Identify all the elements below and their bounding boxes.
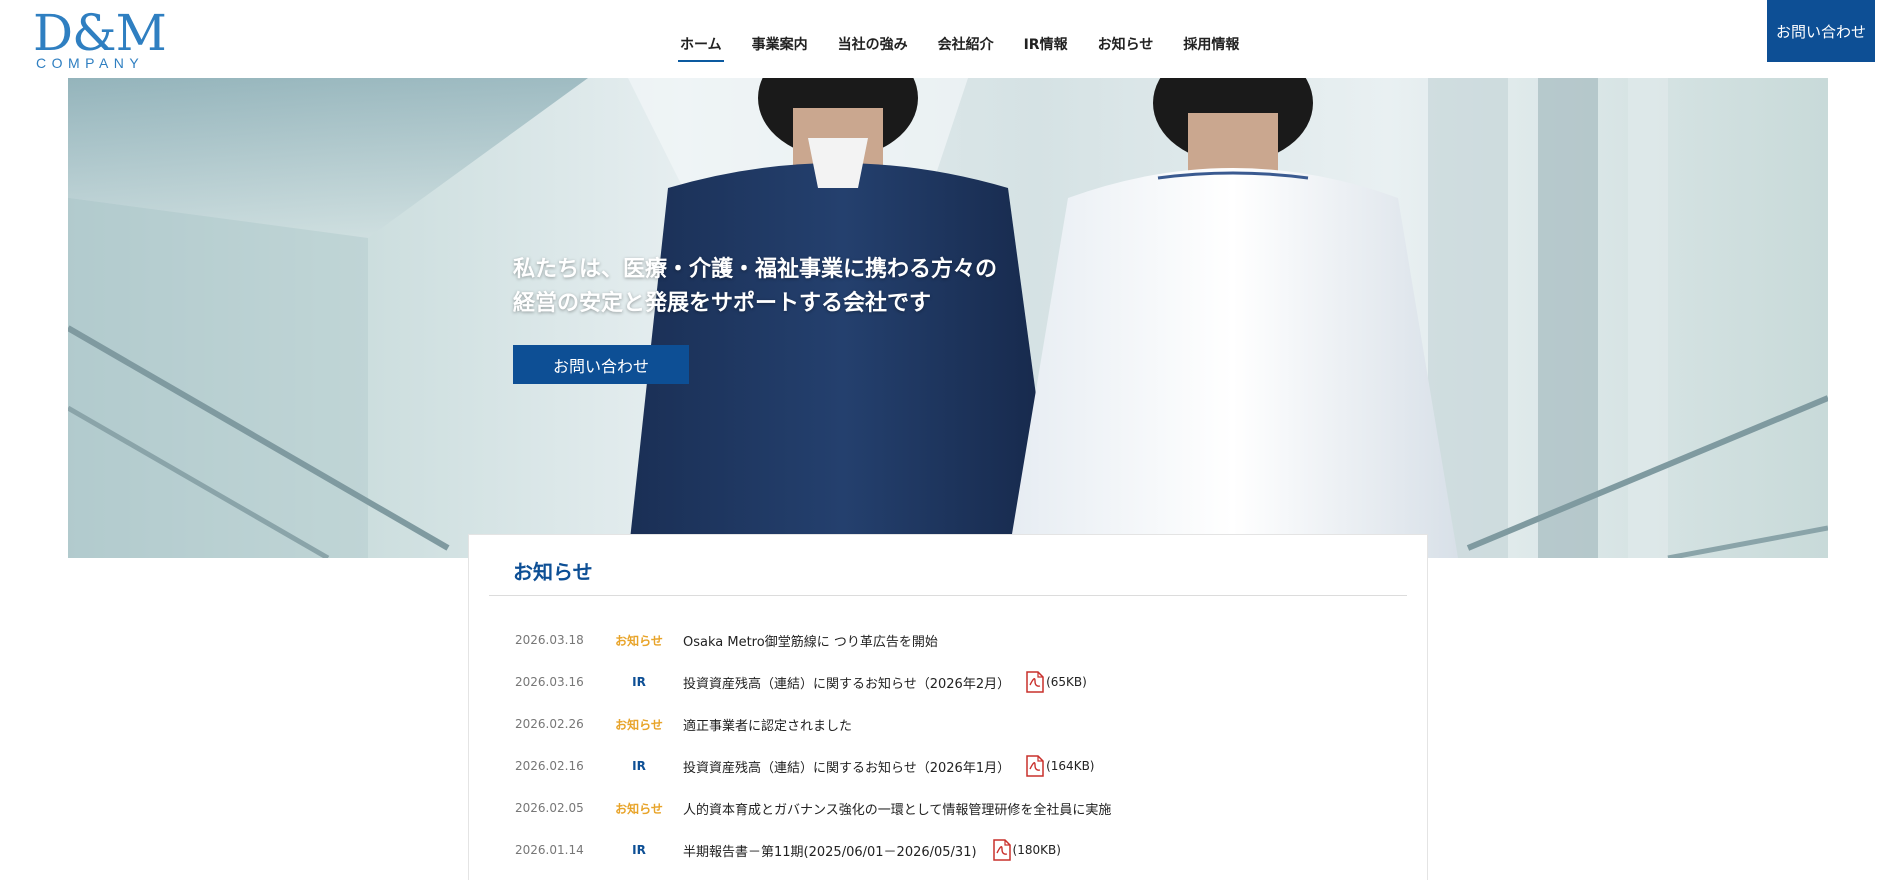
news-date: 2026.01.14 bbox=[515, 843, 584, 857]
news-link[interactable]: 適正事業者に認定されました bbox=[683, 715, 852, 734]
news-title: お知らせ bbox=[513, 560, 593, 584]
logo-main-text: D&M bbox=[33, 4, 167, 62]
hero-tagline-line1: 私たちは、医療・介護・福祉事業に携わる方々の bbox=[513, 257, 998, 282]
news-list: 2026.03.18 お知らせ Osaka Metro御堂筋線に つり革広告を開始 2… bbox=[515, 619, 1395, 871]
nav-item-recruit[interactable]: 採用情報 bbox=[1183, 30, 1239, 60]
news-link[interactable]: 投資資産残高（連結）に関するお知らせ（2026年1月） bbox=[683, 757, 1010, 776]
news-item[interactable]: 2026.02.26 お知らせ 適正事業者に認定されました bbox=[515, 703, 1395, 745]
news-item[interactable]: 2026.01.14 IR 半期報告書－第11期(2025/06/01－2026/0… bbox=[515, 829, 1395, 871]
pdf-icon[interactable] bbox=[1026, 755, 1044, 777]
news-link[interactable]: 半期報告書－第11期(2025/06/01－2026/05/31) bbox=[683, 841, 977, 860]
news-date: 2026.02.05 bbox=[515, 801, 584, 815]
news-link[interactable]: 投資資産残高（連結）に関するお知らせ（2026年2月） bbox=[683, 673, 1010, 692]
pdf-file-size: (164KB) bbox=[1046, 759, 1095, 773]
main-nav: ホーム 事業案内 当社の強み 会社紹介 IR情報 お知らせ 採用情報 bbox=[678, 30, 1269, 62]
news-link[interactable]: 人的資本育成とガバナンス強化の一環として情報管理研修を全社員に実施 bbox=[683, 799, 1111, 818]
nav-item-home[interactable]: ホーム bbox=[678, 30, 724, 62]
news-link[interactable]: Osaka Metro御堂筋線に つり革広告を開始 bbox=[683, 631, 938, 650]
news-date: 2026.02.26 bbox=[515, 717, 584, 731]
news-category: お知らせ bbox=[615, 633, 663, 648]
news-date: 2026.03.16 bbox=[515, 675, 584, 689]
nav-item-strengths[interactable]: 当社の強み bbox=[838, 30, 908, 60]
news-date: 2026.03.18 bbox=[515, 633, 584, 647]
pdf-file-size: (65KB) bbox=[1046, 675, 1087, 689]
news-category: お知らせ bbox=[615, 801, 663, 816]
hero-tagline: 私たちは、医療・介護・福祉事業に携わる方々の 経営の安定と発展をサポートする会社… bbox=[513, 253, 997, 321]
news-category: お知らせ bbox=[615, 717, 663, 732]
pdf-icon[interactable] bbox=[992, 839, 1011, 861]
hero-contact-button[interactable]: お問い合わせ bbox=[513, 345, 689, 384]
news-category: IR bbox=[632, 843, 646, 857]
nav-item-news[interactable]: お知らせ bbox=[1098, 30, 1154, 60]
nav-item-business[interactable]: 事業案内 bbox=[752, 30, 808, 60]
company-logo[interactable]: D&M COMPANY bbox=[33, 8, 167, 71]
pdf-icon[interactable] bbox=[1026, 671, 1044, 693]
header-contact-button[interactable]: お問い合わせ bbox=[1767, 0, 1875, 62]
nav-item-company[interactable]: 会社紹介 bbox=[938, 30, 994, 60]
news-item[interactable]: 2026.03.16 IR 投資資産残高（連結）に関するお知らせ（2026年2月） (… bbox=[515, 661, 1395, 703]
news-category: IR bbox=[632, 675, 646, 689]
logo-sub-text: COMPANY bbox=[36, 55, 145, 71]
news-panel: お知らせ 2026.03.18 お知らせ Osaka Metro御堂筋線に つり革広… bbox=[468, 534, 1428, 880]
news-date: 2026.02.16 bbox=[515, 759, 584, 773]
hero-tagline-line2: 経営の安定と発展をサポートする会社です bbox=[513, 291, 932, 316]
site-header: D&M COMPANY ホーム 事業案内 当社の強み 会社紹介 IR情報 お知ら… bbox=[0, 0, 1903, 78]
pdf-file-size: (180KB) bbox=[1012, 843, 1061, 857]
news-item[interactable]: 2026.02.16 IR 投資資産残高（連結）に関するお知らせ（2026年1月） (… bbox=[515, 745, 1395, 787]
news-item[interactable]: 2026.02.05 お知らせ 人的資本育成とガバナンス強化の一環として情報管理研修… bbox=[515, 787, 1395, 829]
news-item[interactable]: 2026.03.18 お知らせ Osaka Metro御堂筋線に つり革広告を開始 bbox=[515, 619, 1395, 661]
news-divider bbox=[489, 595, 1407, 596]
nav-item-ir[interactable]: IR情報 bbox=[1024, 30, 1068, 60]
news-category: IR bbox=[632, 759, 646, 773]
hero-banner: 私たちは、医療・介護・福祉事業に携わる方々の 経営の安定と発展をサポートする会社… bbox=[68, 78, 1828, 558]
